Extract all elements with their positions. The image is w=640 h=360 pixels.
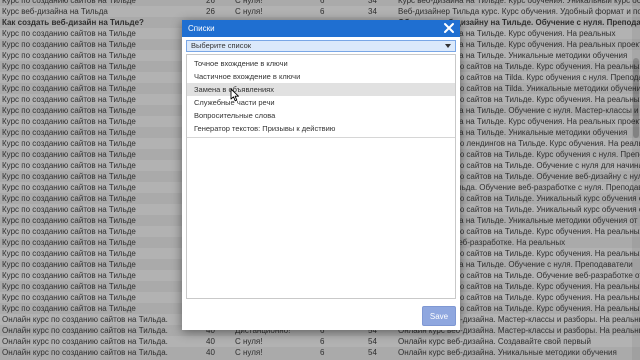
list-select[interactable]: Выберите список [186, 40, 456, 52]
close-icon[interactable] [443, 21, 455, 35]
list-select-value: Выберите список [191, 41, 252, 50]
option-partial-match[interactable]: Частичное вхождение в ключи [187, 70, 455, 83]
lists-dialog: Списки Выберите список Точное вхождение … [182, 20, 460, 330]
option-exact-match[interactable]: Точное вхождение в ключи [187, 57, 455, 70]
cursor-icon [230, 88, 239, 102]
save-button[interactable]: Save [422, 306, 456, 326]
option-ad-replacement[interactable]: Замена в объявлениях [187, 83, 455, 96]
dialog-title: Списки [188, 24, 215, 33]
option-question-words[interactable]: Вопросительные слова [187, 109, 455, 122]
dialog-header: Списки [182, 20, 460, 37]
option-cta-generator[interactable]: Генератор текстов: Призывы к действию [187, 122, 455, 135]
option-function-words[interactable]: Служебные части речи [187, 96, 455, 109]
chevron-down-icon [445, 44, 451, 48]
options-divider [187, 137, 455, 138]
list-options: Точное вхождение в ключи Частичное вхожд… [186, 54, 456, 299]
